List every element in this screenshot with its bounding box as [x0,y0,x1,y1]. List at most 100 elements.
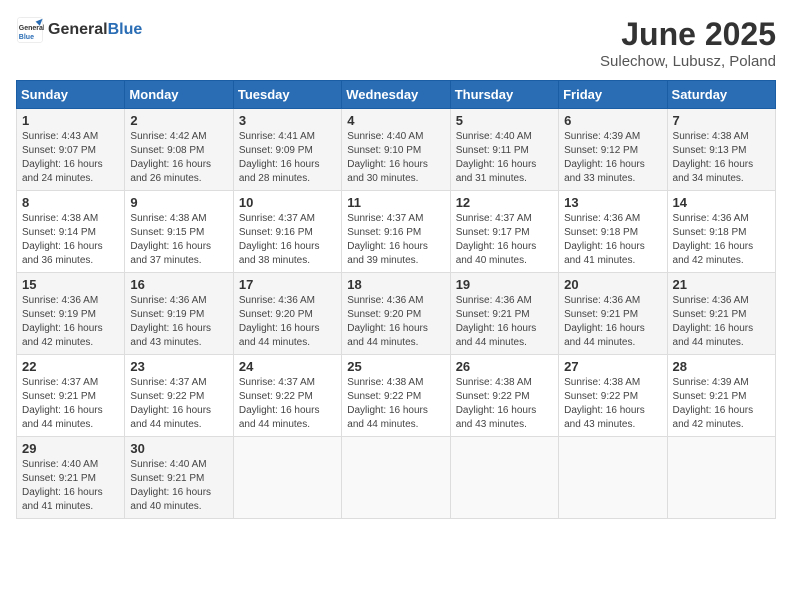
day-number: 20 [564,277,661,292]
day-info: Sunrise: 4:38 AMSunset: 9:13 PMDaylight:… [673,131,754,184]
table-cell: 1 Sunrise: 4:43 AMSunset: 9:07 PMDayligh… [17,109,125,191]
day-number: 22 [22,359,119,374]
table-cell: 25 Sunrise: 4:38 AMSunset: 9:22 PMDaylig… [342,355,450,437]
day-number: 24 [239,359,336,374]
calendar-week-row: 8 Sunrise: 4:38 AMSunset: 9:14 PMDayligh… [17,191,776,273]
table-cell [667,437,775,519]
day-info: Sunrise: 4:40 AMSunset: 9:10 PMDaylight:… [347,131,428,184]
table-cell: 22 Sunrise: 4:37 AMSunset: 9:21 PMDaylig… [17,355,125,437]
table-cell: 14 Sunrise: 4:36 AMSunset: 9:18 PMDaylig… [667,191,775,273]
col-saturday: Saturday [667,81,775,109]
day-info: Sunrise: 4:38 AMSunset: 9:22 PMDaylight:… [564,377,645,430]
day-number: 8 [22,195,119,210]
day-number: 15 [22,277,119,292]
calendar-week-row: 15 Sunrise: 4:36 AMSunset: 9:19 PMDaylig… [17,273,776,355]
day-info: Sunrise: 4:37 AMSunset: 9:16 PMDaylight:… [239,213,320,266]
day-info: Sunrise: 4:36 AMSunset: 9:18 PMDaylight:… [673,213,754,266]
day-number: 29 [22,441,119,456]
day-info: Sunrise: 4:39 AMSunset: 9:21 PMDaylight:… [673,377,754,430]
day-number: 7 [673,113,770,128]
day-info: Sunrise: 4:36 AMSunset: 9:18 PMDaylight:… [564,213,645,266]
table-cell: 18 Sunrise: 4:36 AMSunset: 9:20 PMDaylig… [342,273,450,355]
subtitle: Sulechow, Lubusz, Poland [600,53,776,70]
table-cell: 16 Sunrise: 4:36 AMSunset: 9:19 PMDaylig… [125,273,233,355]
table-cell: 30 Sunrise: 4:40 AMSunset: 9:21 PMDaylig… [125,437,233,519]
table-cell: 2 Sunrise: 4:42 AMSunset: 9:08 PMDayligh… [125,109,233,191]
day-info: Sunrise: 4:42 AMSunset: 9:08 PMDaylight:… [130,131,211,184]
day-number: 13 [564,195,661,210]
day-info: Sunrise: 4:43 AMSunset: 9:07 PMDaylight:… [22,131,103,184]
table-cell: 5 Sunrise: 4:40 AMSunset: 9:11 PMDayligh… [450,109,558,191]
table-cell: 24 Sunrise: 4:37 AMSunset: 9:22 PMDaylig… [233,355,341,437]
col-friday: Friday [559,81,667,109]
table-cell: 13 Sunrise: 4:36 AMSunset: 9:18 PMDaylig… [559,191,667,273]
day-info: Sunrise: 4:40 AMSunset: 9:21 PMDaylight:… [130,459,211,512]
day-info: Sunrise: 4:40 AMSunset: 9:11 PMDaylight:… [456,131,537,184]
table-cell [559,437,667,519]
table-cell: 28 Sunrise: 4:39 AMSunset: 9:21 PMDaylig… [667,355,775,437]
day-number: 14 [673,195,770,210]
table-cell [450,437,558,519]
day-number: 19 [456,277,553,292]
day-info: Sunrise: 4:39 AMSunset: 9:12 PMDaylight:… [564,131,645,184]
table-cell: 26 Sunrise: 4:38 AMSunset: 9:22 PMDaylig… [450,355,558,437]
title-area: June 2025 Sulechow, Lubusz, Poland [600,16,776,70]
day-number: 16 [130,277,227,292]
day-number: 26 [456,359,553,374]
table-cell: 6 Sunrise: 4:39 AMSunset: 9:12 PMDayligh… [559,109,667,191]
table-cell: 9 Sunrise: 4:38 AMSunset: 9:15 PMDayligh… [125,191,233,273]
logo-general-text: General [48,21,108,38]
day-info: Sunrise: 4:36 AMSunset: 9:19 PMDaylight:… [22,295,103,348]
table-cell: 29 Sunrise: 4:40 AMSunset: 9:21 PMDaylig… [17,437,125,519]
day-info: Sunrise: 4:37 AMSunset: 9:16 PMDaylight:… [347,213,428,266]
day-info: Sunrise: 4:36 AMSunset: 9:20 PMDaylight:… [347,295,428,348]
table-cell: 21 Sunrise: 4:36 AMSunset: 9:21 PMDaylig… [667,273,775,355]
month-title: June 2025 [600,16,776,53]
day-info: Sunrise: 4:36 AMSunset: 9:21 PMDaylight:… [673,295,754,348]
calendar-week-row: 22 Sunrise: 4:37 AMSunset: 9:21 PMDaylig… [17,355,776,437]
table-cell: 11 Sunrise: 4:37 AMSunset: 9:16 PMDaylig… [342,191,450,273]
day-info: Sunrise: 4:41 AMSunset: 9:09 PMDaylight:… [239,131,320,184]
day-number: 11 [347,195,444,210]
table-cell [233,437,341,519]
day-number: 6 [564,113,661,128]
day-number: 25 [347,359,444,374]
header-row: Sunday Monday Tuesday Wednesday Thursday… [17,81,776,109]
day-info: Sunrise: 4:38 AMSunset: 9:14 PMDaylight:… [22,213,103,266]
day-info: Sunrise: 4:36 AMSunset: 9:20 PMDaylight:… [239,295,320,348]
table-cell: 15 Sunrise: 4:36 AMSunset: 9:19 PMDaylig… [17,273,125,355]
table-cell: 3 Sunrise: 4:41 AMSunset: 9:09 PMDayligh… [233,109,341,191]
table-cell: 10 Sunrise: 4:37 AMSunset: 9:16 PMDaylig… [233,191,341,273]
table-cell: 27 Sunrise: 4:38 AMSunset: 9:22 PMDaylig… [559,355,667,437]
day-number: 9 [130,195,227,210]
day-number: 30 [130,441,227,456]
day-number: 3 [239,113,336,128]
svg-text:General: General [19,25,44,32]
day-info: Sunrise: 4:36 AMSunset: 9:21 PMDaylight:… [564,295,645,348]
day-number: 21 [673,277,770,292]
col-wednesday: Wednesday [342,81,450,109]
day-info: Sunrise: 4:37 AMSunset: 9:22 PMDaylight:… [130,377,211,430]
col-monday: Monday [125,81,233,109]
day-info: Sunrise: 4:37 AMSunset: 9:17 PMDaylight:… [456,213,537,266]
table-cell: 17 Sunrise: 4:36 AMSunset: 9:20 PMDaylig… [233,273,341,355]
calendar-table: Sunday Monday Tuesday Wednesday Thursday… [16,80,776,519]
col-sunday: Sunday [17,81,125,109]
day-info: Sunrise: 4:37 AMSunset: 9:21 PMDaylight:… [22,377,103,430]
day-number: 23 [130,359,227,374]
day-number: 1 [22,113,119,128]
logo: General Blue GeneralBlue [16,16,142,44]
logo-blue-text: Blue [108,21,143,38]
day-info: Sunrise: 4:38 AMSunset: 9:15 PMDaylight:… [130,213,211,266]
day-number: 12 [456,195,553,210]
day-number: 17 [239,277,336,292]
calendar-week-row: 1 Sunrise: 4:43 AMSunset: 9:07 PMDayligh… [17,109,776,191]
day-number: 10 [239,195,336,210]
day-number: 2 [130,113,227,128]
table-cell: 7 Sunrise: 4:38 AMSunset: 9:13 PMDayligh… [667,109,775,191]
header: General Blue GeneralBlue June 2025 Sulec… [16,16,776,70]
day-info: Sunrise: 4:36 AMSunset: 9:21 PMDaylight:… [456,295,537,348]
day-number: 18 [347,277,444,292]
table-cell: 4 Sunrise: 4:40 AMSunset: 9:10 PMDayligh… [342,109,450,191]
day-info: Sunrise: 4:38 AMSunset: 9:22 PMDaylight:… [347,377,428,430]
